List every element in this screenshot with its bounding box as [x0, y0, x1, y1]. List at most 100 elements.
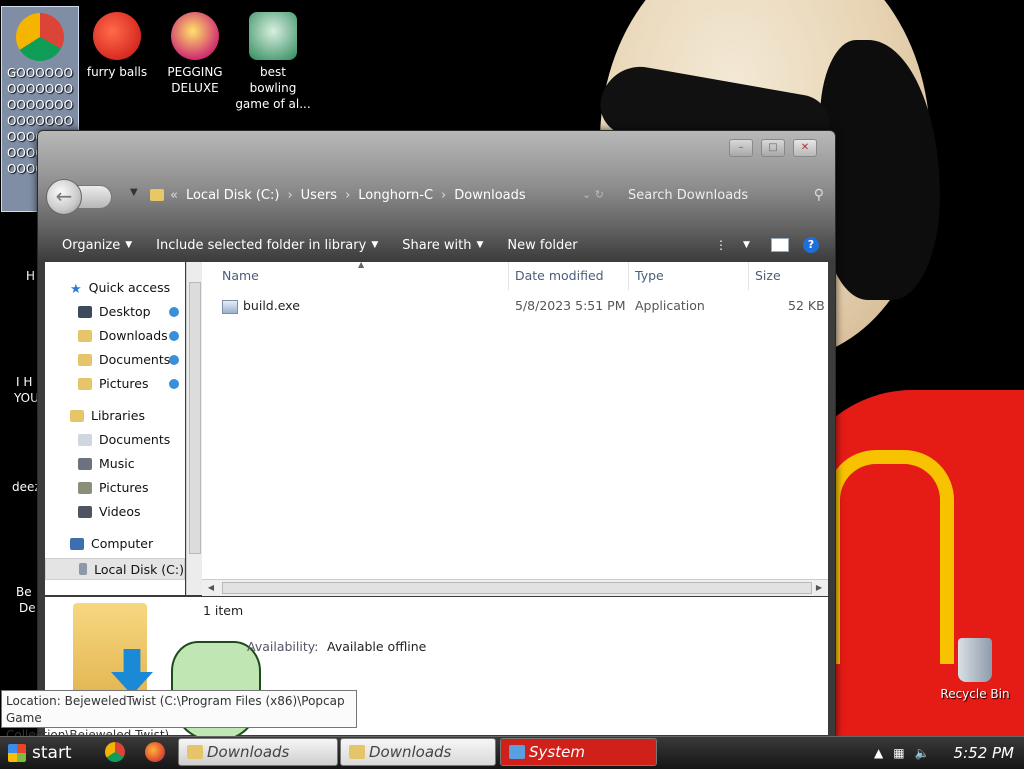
breadcrumb-local-disk[interactable]: Local Disk (C:) — [186, 188, 279, 203]
chrome-icon — [16, 13, 64, 61]
minimize-button[interactable]: – — [729, 139, 753, 157]
chrome-taskbar-icon[interactable] — [105, 742, 125, 762]
pictures-folder-icon — [78, 377, 92, 390]
sort-arrow-icon: ▲ — [358, 260, 365, 269]
breadcrumb-separator-icon[interactable]: › — [287, 188, 292, 203]
recent-pages-dropdown[interactable]: ▼ — [130, 187, 138, 198]
nav-label: Documents — [99, 352, 171, 367]
organize-button[interactable]: Organize ▼ — [62, 238, 132, 253]
firefox-taskbar-icon[interactable] — [145, 742, 165, 762]
desktop-partial-label: Be — [16, 585, 32, 599]
file-date: 5/8/2023 5:51 PM — [515, 298, 626, 313]
volume-icon[interactable]: 🔈 — [915, 746, 930, 760]
nav-lib-music[interactable]: Music — [78, 456, 135, 471]
breadcrumb-separator-icon[interactable]: › — [441, 188, 446, 203]
nav-downloads[interactable]: Downloads — [78, 328, 168, 343]
back-button[interactable]: ← — [46, 179, 82, 215]
nav-scroll-thumb[interactable] — [189, 282, 201, 554]
maximize-button[interactable]: □ — [761, 139, 785, 157]
desktop-icon-furry-balls[interactable]: furry balls — [79, 6, 155, 80]
column-header-date[interactable]: Date modified — [515, 268, 604, 283]
pin-icon[interactable] — [169, 379, 179, 389]
taskbar-item-downloads[interactable]: Downloads — [178, 738, 338, 766]
navigation-pane: ★ Quick access Desktop Downloads Document… — [45, 262, 185, 595]
nav-lib-pictures[interactable]: Pictures — [78, 480, 149, 495]
nav-label: Pictures — [99, 376, 149, 391]
chevron-down-icon: ▼ — [476, 240, 484, 250]
column-header-name[interactable]: Name — [222, 268, 259, 283]
desktop-icon-pegging-deluxe[interactable]: PEGGING DELUXE — [157, 6, 233, 96]
recycle-bin-icon — [958, 638, 992, 682]
star-icon: ★ — [70, 281, 82, 297]
nav-label: Pictures — [99, 480, 149, 495]
pin-icon[interactable] — [169, 307, 179, 317]
show-hidden-icons-icon[interactable]: ▲ — [874, 746, 883, 760]
desktop-icon-bowling[interactable]: best bowling game of al... — [235, 6, 311, 112]
horizontal-scrollbar[interactable]: ◀ ▶ — [202, 579, 828, 596]
chevron-down-icon: ▼ — [125, 240, 133, 250]
pin-icon[interactable] — [169, 355, 179, 365]
column-header-size[interactable]: Size — [755, 268, 781, 283]
drive-icon — [79, 563, 88, 575]
nav-lib-documents[interactable]: Documents — [78, 432, 170, 447]
new-folder-button[interactable]: New folder — [507, 238, 577, 253]
nav-computer[interactable]: Computer — [70, 536, 153, 551]
breadcrumb-longhorn[interactable]: Longhorn-C — [358, 188, 433, 203]
address-bar[interactable]: « Local Disk (C:) › Users › Longhorn-C ›… — [150, 181, 620, 209]
computer-icon — [70, 537, 84, 550]
search-input[interactable]: Search Downloads ⚲ — [628, 181, 824, 209]
nav-pictures[interactable]: Pictures — [78, 376, 149, 391]
nav-desktop[interactable]: Desktop — [78, 304, 151, 319]
taskbar-item-system[interactable]: System — [500, 738, 657, 766]
command-bar: Organize ▼ Include selected folder in lib… — [38, 231, 835, 259]
breadcrumb-users[interactable]: Users — [301, 188, 337, 203]
new-folder-label: New folder — [507, 237, 578, 253]
column-divider[interactable] — [508, 262, 509, 290]
address-dropdown-icon[interactable]: ⌄ ↻ — [582, 188, 604, 201]
desktop-icon-recycle-bin[interactable]: Recycle Bin — [937, 632, 1013, 702]
desktop-icon-label: best bowling game of al... — [235, 65, 311, 111]
include-in-library-button[interactable]: Include selected folder in library ▼ — [156, 238, 378, 253]
nav-quick-access[interactable]: ★ Quick access — [70, 280, 170, 297]
help-icon[interactable]: ? — [803, 237, 819, 253]
breadcrumb-downloads[interactable]: Downloads — [454, 188, 525, 203]
desktop-icon-label: furry balls — [86, 65, 148, 79]
back-arrow-icon: ← — [55, 184, 73, 208]
nav-lib-videos[interactable]: Videos — [78, 504, 141, 519]
documents-library-icon — [78, 433, 92, 446]
breadcrumb-overflow-icon[interactable]: « — [170, 188, 178, 203]
nav-local-disk[interactable]: Local Disk (C:) — [45, 558, 185, 580]
nav-libraries[interactable]: Libraries — [70, 408, 145, 423]
view-options-dropdown[interactable]: ▼ — [743, 239, 757, 251]
window-controls: – □ ✕ — [729, 139, 817, 157]
system-tray: ▲ ▦ 🔈 5:52 PM — [874, 738, 1014, 768]
scroll-left-icon[interactable]: ◀ — [204, 581, 218, 594]
taskbar-item-label: System — [529, 743, 585, 761]
videos-library-icon — [78, 505, 92, 518]
include-label: Include selected folder in library — [156, 237, 367, 253]
taskbar-item-downloads-2[interactable]: Downloads — [340, 738, 496, 766]
start-button[interactable]: start — [2, 738, 88, 768]
column-divider[interactable] — [628, 262, 629, 290]
search-icon[interactable]: ⚲ — [814, 187, 824, 203]
desktop-partial-label: YOU — [14, 391, 39, 405]
close-button[interactable]: ✕ — [793, 139, 817, 157]
change-view-icon[interactable]: ⋮ — [715, 239, 729, 251]
share-with-button[interactable]: Share with ▼ — [402, 238, 483, 253]
nav-scrollbar[interactable] — [186, 262, 202, 595]
file-row[interactable]: build.exe — [222, 298, 300, 314]
clock[interactable]: 5:52 PM — [954, 744, 1014, 762]
nav-documents[interactable]: Documents — [78, 352, 170, 367]
preview-pane-icon[interactable] — [771, 238, 789, 252]
desktop-icon — [78, 305, 92, 318]
breadcrumb-separator-icon[interactable]: › — [345, 188, 350, 203]
scroll-right-icon[interactable]: ▶ — [812, 581, 826, 594]
explorer-window[interactable]: – □ ✕ ← ▼ « Local Disk (C:) › Users › Lo… — [37, 130, 836, 741]
network-icon[interactable]: ▦ — [893, 746, 904, 760]
column-divider[interactable] — [748, 262, 749, 290]
taskbar-item-label: Downloads — [369, 743, 452, 761]
pin-icon[interactable] — [169, 331, 179, 341]
availability-value: Available offline — [327, 639, 427, 654]
horizontal-scroll-thumb[interactable] — [222, 582, 812, 594]
column-header-type[interactable]: Type — [635, 268, 664, 283]
